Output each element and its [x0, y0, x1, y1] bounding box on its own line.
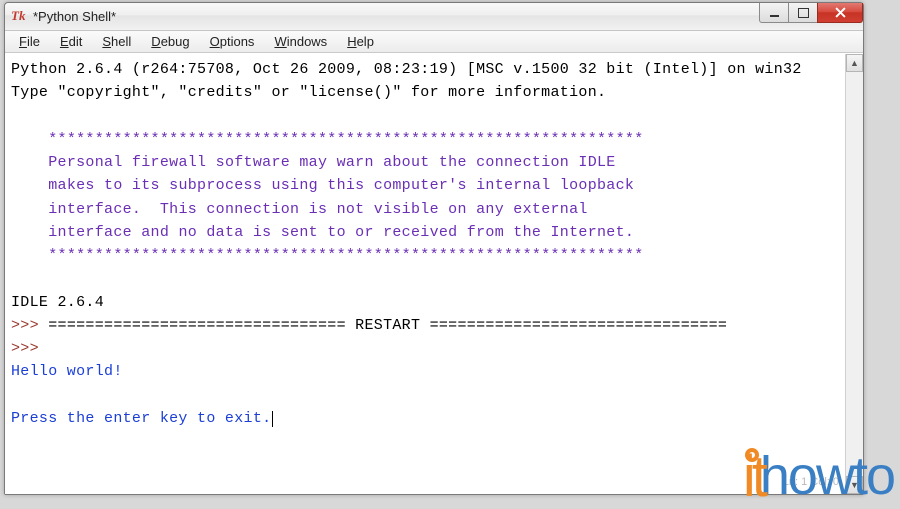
scroll-down-button[interactable]: ▼	[846, 476, 863, 494]
menu-file[interactable]: File	[9, 33, 50, 50]
restart-line: ================================ RESTART…	[48, 317, 727, 334]
python-shell-window: Tk *Python Shell* File Edit Shell Debug …	[4, 2, 864, 495]
menubar: File Edit Shell Debug Options Windows He…	[5, 31, 863, 53]
stdout-line: Press the enter key to exit.	[11, 410, 271, 427]
menu-debug[interactable]: Debug	[141, 33, 199, 50]
banner-line: Type "copyright", "credits" or "license(…	[11, 84, 606, 101]
menu-shell[interactable]: Shell	[92, 33, 141, 50]
editor-area: Python 2.6.4 (r264:75708, Oct 26 2009, 0…	[5, 53, 863, 494]
firewall-text: Personal firewall software may warn abou…	[11, 154, 616, 171]
firewall-text: interface. This connection is not visibl…	[11, 201, 588, 218]
scroll-up-button[interactable]: ▲	[846, 54, 863, 72]
maximize-button[interactable]	[788, 3, 818, 23]
menu-edit[interactable]: Edit	[50, 33, 92, 50]
idle-version: IDLE 2.6.4	[11, 294, 104, 311]
tk-app-icon: Tk	[11, 9, 27, 25]
prompt: >>>	[11, 317, 48, 334]
menu-options[interactable]: Options	[200, 33, 265, 50]
firewall-border: ****************************************…	[11, 131, 644, 148]
close-icon	[835, 7, 846, 18]
text-cursor	[272, 411, 273, 427]
firewall-text: interface and no data is sent to or rece…	[11, 224, 634, 241]
banner-line: Python 2.6.4 (r264:75708, Oct 26 2009, 0…	[11, 61, 802, 78]
firewall-border: ****************************************…	[11, 247, 644, 264]
prompt: >>>	[11, 340, 48, 357]
firewall-text: makes to its subprocess using this compu…	[11, 177, 634, 194]
menu-help[interactable]: Help	[337, 33, 384, 50]
window-controls	[760, 3, 863, 23]
window-title: *Python Shell*	[33, 9, 116, 24]
stdout-line: Hello world!	[11, 363, 123, 380]
shell-text[interactable]: Python 2.6.4 (r264:75708, Oct 26 2009, 0…	[5, 54, 845, 494]
close-button[interactable]	[817, 3, 863, 23]
menu-windows[interactable]: Windows	[264, 33, 337, 50]
status-position: Ln: 1 Col: 0	[783, 476, 839, 488]
titlebar[interactable]: Tk *Python Shell*	[5, 3, 863, 31]
vertical-scrollbar[interactable]: ▲ ▼	[845, 54, 863, 494]
minimize-button[interactable]	[759, 3, 789, 23]
